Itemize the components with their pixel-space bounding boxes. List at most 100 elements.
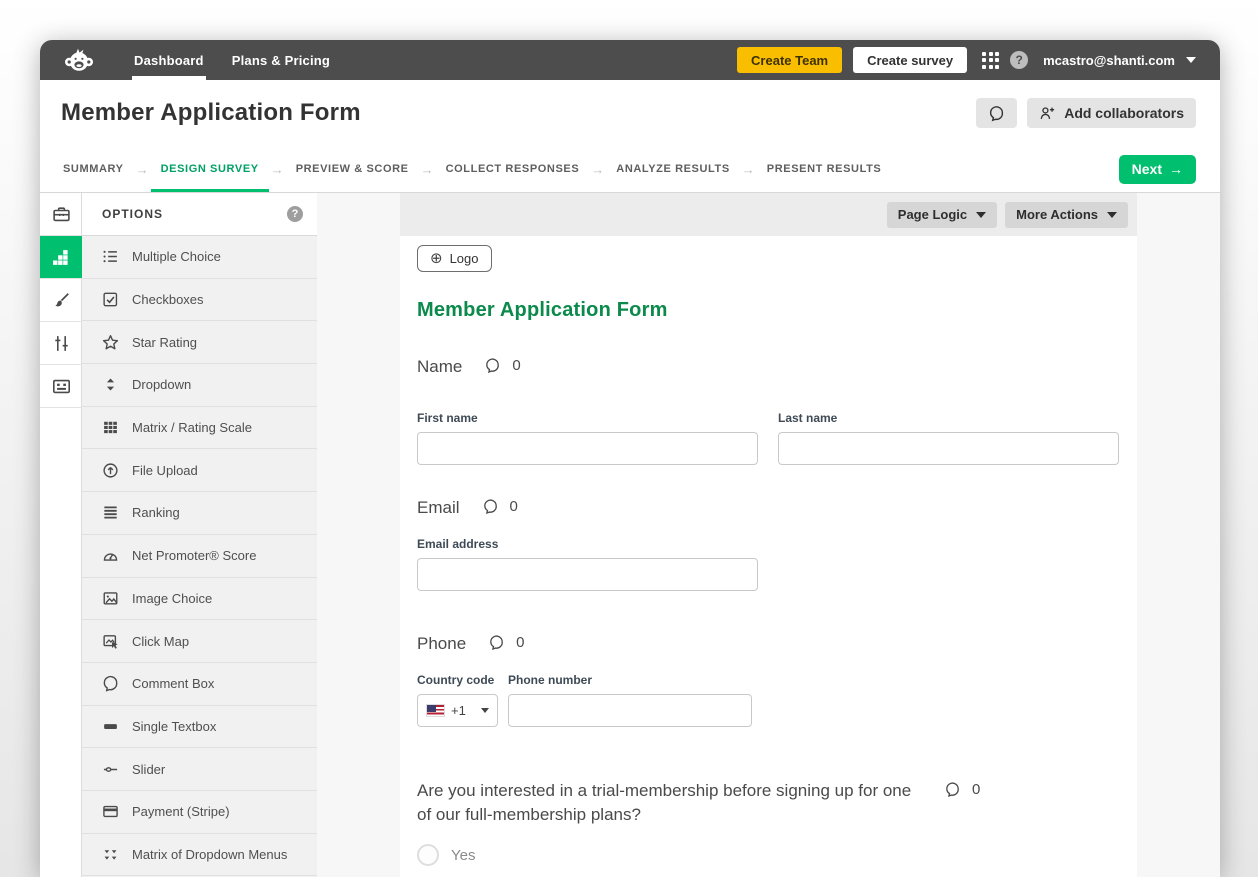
page-logic-button[interactable]: Page Logic [887,202,997,228]
question-trial-membership[interactable]: Are you interested in a trial-membership… [417,779,1119,866]
step-preview-score[interactable]: PREVIEW & SCORE [294,146,411,192]
keypad-icon[interactable] [40,365,82,408]
help-icon[interactable]: ? [1010,51,1028,69]
next-label: Next [1132,161,1162,177]
question-title: Email [417,496,460,520]
question-type-single-textbox[interactable]: Single Textbox [82,706,317,749]
field-label: Country code [417,673,498,687]
step-collect-responses[interactable]: COLLECT RESPONSES [444,146,582,192]
toolbox-icon[interactable] [40,193,82,236]
builder-blocks-icon[interactable] [40,236,82,279]
question-comments[interactable]: 0 [944,779,980,798]
workflow-steps: SUMMARY→DESIGN SURVEY→PREVIEW & SCORE→CO… [61,146,883,192]
options-header: OPTIONS ? [82,193,317,236]
comment-count: 0 [972,781,980,798]
textbox-icon [102,718,119,735]
question-type-label: Click Map [132,634,189,649]
question-comments[interactable]: 0 [484,355,520,374]
step-analyze-results[interactable]: ANALYZE RESULTS [614,146,732,192]
question-type-slider[interactable]: Slider [82,748,317,791]
add-logo-button[interactable]: ⊕ Logo [417,245,492,272]
primary-nav: DashboardPlans & Pricing [120,40,344,80]
question-phone[interactable]: Phone 0 Country code +1 [417,632,1119,727]
question-type-comment-box[interactable]: Comment Box [82,663,317,706]
email-address-input[interactable] [417,558,758,591]
field-label: First name [417,411,758,425]
logo-label: Logo [450,251,479,266]
question-type-image-choice[interactable]: Image Choice [82,578,317,621]
title-bar: Member Application Form Add collaborator… [40,80,1220,146]
question-type-label: Slider [132,762,165,777]
options-label: OPTIONS [102,207,163,221]
comment-bubble-icon [488,634,505,651]
question-type-label: Checkboxes [132,292,204,307]
surveymonkey-logo-icon[interactable] [64,40,94,80]
create-survey-button[interactable]: Create survey [853,47,967,73]
question-type-click-map[interactable]: Click Map [82,620,317,663]
question-type-star-rating[interactable]: Star Rating [82,321,317,364]
survey-canvas: ⊕ Logo Member Application Form Name 0 [400,236,1137,877]
survey-title[interactable]: Member Application Form [417,299,1119,322]
chevron-down-icon [976,212,986,218]
image-icon [102,590,119,607]
step-arrow-icon: → [742,162,755,177]
question-email[interactable]: Email 0 Email address [417,496,1119,591]
question-type-checkboxes[interactable]: Checkboxes [82,279,317,322]
question-type-label: Image Choice [132,591,212,606]
phone-number-input[interactable] [508,694,752,727]
question-type-label: Matrix / Rating Scale [132,420,252,435]
comments-button[interactable] [976,98,1017,128]
nav-item-plans-pricing[interactable]: Plans & Pricing [218,40,344,80]
radio-icon[interactable] [417,844,439,866]
sliders-icon[interactable] [40,322,82,365]
ranking-icon [102,504,119,521]
country-code-select[interactable]: +1 [417,694,498,727]
radio-label: Yes [451,847,475,864]
country-code-value: +1 [451,703,466,718]
question-type-label: Star Rating [132,335,197,350]
user-email[interactable]: mcastro@shanti.com [1043,53,1175,68]
comment-icon [102,675,119,692]
comment-count: 0 [512,357,520,374]
paintbrush-icon[interactable] [40,279,82,322]
page-actions-band: Page Logic More Actions [400,193,1137,236]
question-type-net-promoter-score[interactable]: Net Promoter® Score [82,535,317,578]
question-title: Are you interested in a trial-membership… [417,779,922,827]
step-summary[interactable]: SUMMARY [61,146,126,192]
question-type-ranking[interactable]: Ranking [82,492,317,535]
question-comments[interactable]: 0 [482,496,518,515]
create-team-button[interactable]: Create Team [737,47,842,73]
comment-bubble-icon [944,781,961,798]
question-type-multiple-choice[interactable]: Multiple Choice [82,236,317,279]
options-help-icon[interactable]: ? [287,206,303,222]
payment-icon [102,803,119,820]
question-comments[interactable]: 0 [488,632,524,651]
step-design-survey[interactable]: DESIGN SURVEY [159,146,261,192]
question-type-file-upload[interactable]: File Upload [82,449,317,492]
arrow-right-icon: → [1169,161,1183,177]
us-flag-icon [426,704,445,717]
last-name-input[interactable] [778,432,1119,465]
star-icon [102,334,119,351]
add-collaborators-label: Add collaborators [1064,105,1184,121]
slider-icon [102,761,119,778]
question-type-list: Multiple Choice Checkboxes Star Rating Drop… [82,236,317,876]
question-type-matrix-of-dropdown-menus[interactable]: Matrix of Dropdown Menus [82,834,317,877]
step-arrow-icon: → [136,162,149,177]
add-collaborators-button[interactable]: Add collaborators [1027,98,1196,128]
user-menu-caret-icon[interactable] [1186,57,1196,63]
survey-panel: Page Logic More Actions ⊕ Logo Member Ap… [400,193,1137,877]
next-button[interactable]: Next → [1119,155,1196,184]
app-grid-icon[interactable] [982,52,999,69]
answer-option-yes[interactable]: Yes [417,844,1119,866]
nav-item-dashboard[interactable]: Dashboard [120,40,218,80]
question-name[interactable]: Name 0 First name [417,355,1119,465]
question-type-dropdown[interactable]: Dropdown [82,364,317,407]
step-present-results[interactable]: PRESENT RESULTS [765,146,884,192]
question-type-matrix-rating-scale[interactable]: Matrix / Rating Scale [82,407,317,450]
workflow-steps-bar: SUMMARY → DESIGN SURVEY → PREVIEW & SCORE → CO… [40,146,1220,193]
more-actions-button[interactable]: More Actions [1005,202,1128,228]
question-type-payment-stripe[interactable]: Payment (Stripe) [82,791,317,834]
question-type-label: Multiple Choice [132,249,221,264]
first-name-input[interactable] [417,432,758,465]
